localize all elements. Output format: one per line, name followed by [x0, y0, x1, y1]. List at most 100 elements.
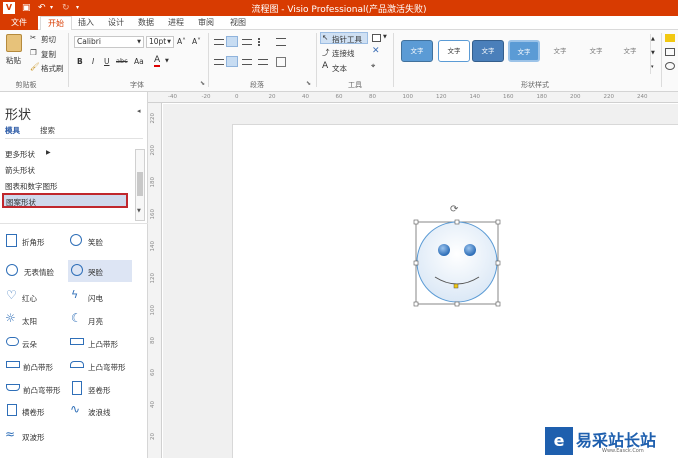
vertical-ruler[interactable]: 220 200 180 160 140 120 100 80 60 40 20: [148, 103, 162, 458]
shape-folded-corner[interactable]: 折角形: [4, 232, 64, 250]
heart-icon: ♡: [6, 288, 17, 302]
tab-home[interactable]: 开始: [40, 16, 72, 30]
rectangle-tool-icon[interactable]: [372, 34, 381, 42]
fill-icon[interactable]: [665, 34, 675, 42]
bullets-icon[interactable]: [258, 38, 268, 46]
wave-icon: ∿: [70, 402, 81, 416]
align-middle-icon[interactable]: [226, 36, 238, 47]
shape-style-7[interactable]: 文字: [614, 40, 646, 62]
align-bottom-icon[interactable]: [242, 39, 252, 45]
ruler-tick-label: 60: [335, 94, 343, 100]
horizontal-ruler[interactable]: -40 -20 0 20 40 60 80 100 120 140 160 180 200 220 240: [148, 92, 678, 103]
stencil-arrow-shapes[interactable]: 箭头形状: [5, 165, 35, 176]
shape-style-3[interactable]: 文字: [472, 40, 504, 62]
curved-ribbon-up-icon: [70, 361, 84, 368]
shape-sun[interactable]: ☼ 太阳: [4, 311, 64, 329]
shape-lightning[interactable]: ϟ 闪电: [68, 288, 132, 306]
align-left-icon[interactable]: [214, 59, 224, 65]
shape-styles-group-label: 形状样式: [521, 81, 549, 89]
more-shapes-label: 更多形状: [5, 150, 35, 159]
more-shapes-button[interactable]: 更多形状 ▶: [5, 149, 65, 160]
chevron-down-icon[interactable]: ▼: [651, 50, 655, 56]
text-tool-button[interactable]: 文本: [332, 63, 347, 74]
align-top-icon[interactable]: [214, 39, 224, 45]
tab-insert[interactable]: 插入: [78, 17, 94, 28]
rotation-handle-icon[interactable]: ⟳: [450, 204, 458, 215]
align-right-icon[interactable]: [242, 59, 252, 65]
shape-horizontal-scroll[interactable]: 横卷形: [4, 402, 66, 420]
shape-double-wave[interactable]: ≈ 双波形: [4, 427, 66, 445]
stencil-list-scrollbar[interactable]: ▼: [135, 149, 145, 221]
connection-point-icon[interactable]: ⌖: [371, 61, 375, 71]
shape-style-6[interactable]: 文字: [580, 40, 612, 62]
font-group-label: 字体: [130, 81, 144, 89]
font-size-select[interactable]: 10pt ▼: [146, 36, 174, 48]
shape-neutral-face[interactable]: 无表情脸: [4, 262, 66, 280]
scrollbar-thumb[interactable]: [137, 172, 143, 196]
shape-style-2[interactable]: 文字: [438, 40, 470, 62]
shape-label: 无表情脸: [24, 268, 54, 277]
shape-label: 波浪线: [88, 408, 111, 417]
ruler-tick-label: 240: [637, 94, 648, 100]
connector-button[interactable]: 连接线: [332, 48, 355, 59]
tab-search[interactable]: 搜索: [40, 125, 55, 136]
shape-sad-face[interactable]: 哭脸: [68, 260, 132, 282]
shrink-font-icon[interactable]: A˅: [192, 37, 201, 46]
underline-button[interactable]: U: [104, 57, 110, 66]
shape-smiley[interactable]: 笑脸: [68, 232, 132, 250]
shape-heart[interactable]: ♡ 红心: [4, 288, 64, 306]
shape-moon[interactable]: ☾ 月亮: [68, 311, 132, 329]
ruler-tick-label: 80: [150, 337, 156, 344]
tab-design[interactable]: 设计: [108, 17, 124, 28]
shape-ribbon-up[interactable]: 上凸带形: [68, 334, 138, 352]
shape-curved-ribbon-front[interactable]: 前凸弯带形: [4, 380, 68, 398]
italic-button[interactable]: I: [92, 57, 94, 66]
decrease-indent-icon[interactable]: [276, 38, 286, 46]
tab-review[interactable]: 审阅: [198, 17, 214, 28]
tab-data[interactable]: 数据: [138, 17, 154, 28]
shape-wave[interactable]: ∿ 波浪线: [68, 402, 132, 420]
chevron-down-icon[interactable]: ▼: [383, 34, 387, 40]
shape-cloud[interactable]: 云朵: [4, 334, 64, 352]
chevron-up-icon[interactable]: ▲: [651, 36, 655, 42]
stencil-charts-graphs[interactable]: 图表和数字图形: [5, 181, 58, 192]
ruler-tick-label: 100: [150, 305, 156, 316]
shape-curved-ribbon-up[interactable]: 上凸弯带形: [68, 357, 146, 375]
close-icon[interactable]: ✕: [372, 46, 380, 56]
font-family-select[interactable]: Calibri ▼: [74, 36, 144, 48]
shape-ribbon-front[interactable]: 前凸带形: [4, 357, 66, 375]
chevron-down-icon[interactable]: ▼: [137, 208, 141, 214]
font-color-button[interactable]: A: [154, 56, 161, 67]
shape-style-1[interactable]: 文字: [401, 40, 433, 62]
tab-file[interactable]: 文件: [0, 16, 38, 30]
shape-style-5[interactable]: 文字: [544, 40, 576, 62]
tab-view[interactable]: 视图: [230, 17, 246, 28]
dialog-launcher-icon[interactable]: ⬊: [306, 80, 311, 87]
format-painter-button[interactable]: 格式刷: [41, 63, 64, 74]
stencil-pattern-shapes[interactable]: 图案形状: [2, 193, 128, 208]
dialog-launcher-icon[interactable]: ⬊: [200, 80, 205, 87]
tab-process[interactable]: 进程: [168, 17, 184, 28]
text-direction-icon[interactable]: [276, 57, 286, 67]
paste-button[interactable]: 粘贴: [6, 55, 21, 66]
change-case-button[interactable]: Aa: [134, 57, 144, 66]
grow-font-icon[interactable]: A˄: [177, 37, 186, 46]
tab-stencils[interactable]: 模具: [5, 125, 20, 136]
ruler-tick-label: -40: [168, 94, 177, 100]
bold-button[interactable]: B: [77, 57, 83, 66]
chevron-down-icon[interactable]: ▼: [165, 58, 169, 64]
paste-icon[interactable]: [6, 34, 22, 52]
selected-smiley-shape[interactable]: ⟳: [413, 204, 501, 307]
strikethrough-button[interactable]: abc: [116, 57, 128, 65]
align-center-icon[interactable]: [226, 56, 238, 67]
copy-button[interactable]: 复制: [41, 49, 56, 60]
line-icon[interactable]: [665, 48, 675, 56]
shape-label: 笑脸: [88, 238, 103, 247]
collapse-pane-icon[interactable]: ◂: [137, 107, 141, 115]
justify-icon[interactable]: [258, 59, 268, 65]
cut-button[interactable]: 剪切: [41, 34, 56, 45]
more-icon[interactable]: ▾: [651, 64, 654, 70]
shape-vertical-scroll[interactable]: 竖卷形: [68, 380, 132, 398]
effects-icon[interactable]: [665, 62, 675, 70]
shape-style-4[interactable]: 文字: [508, 40, 540, 62]
